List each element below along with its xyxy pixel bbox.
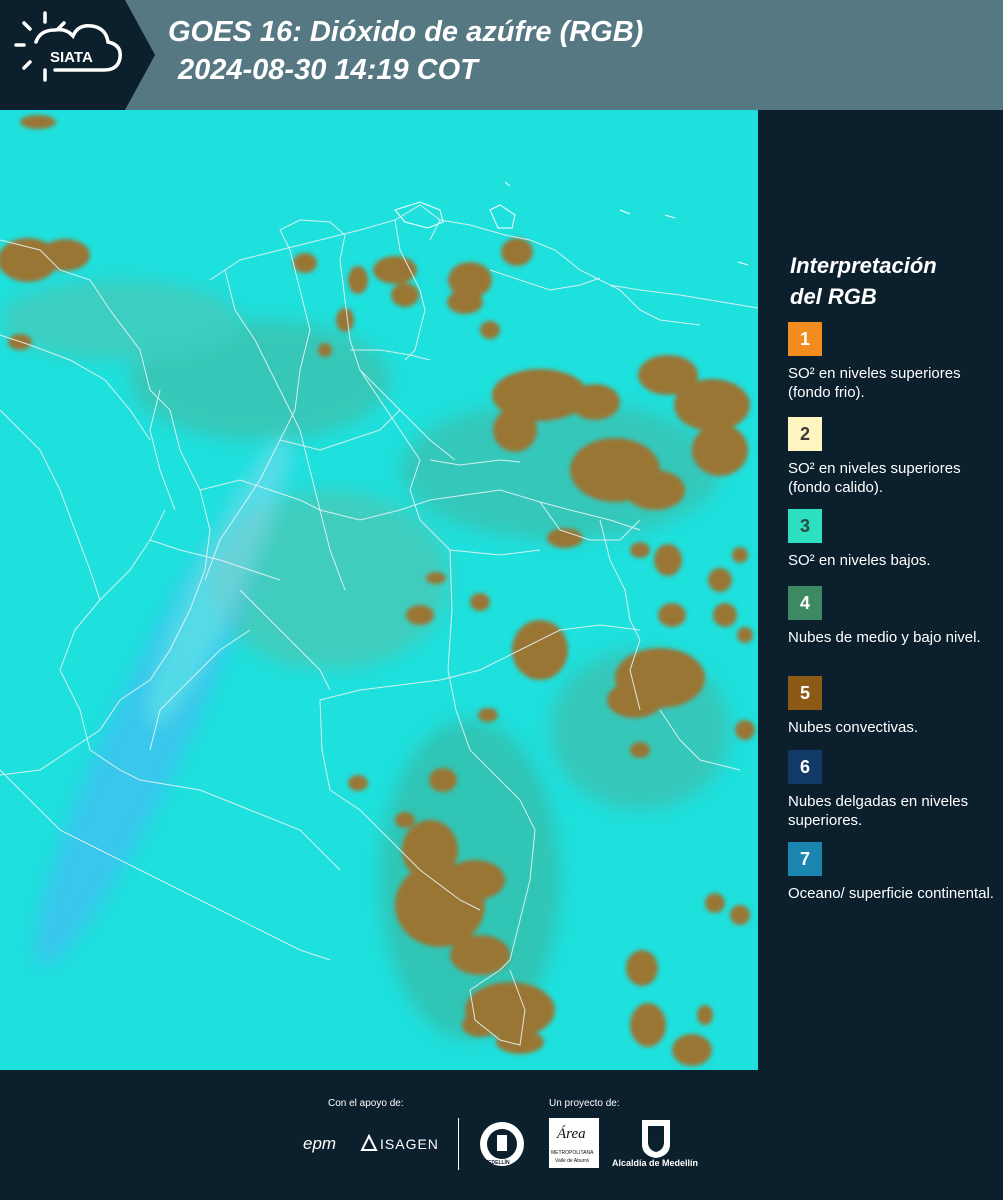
- isagen-logo: ISAGEN: [380, 1136, 439, 1152]
- epm-logo: epm: [303, 1134, 337, 1153]
- legend-panel: Interpretación del RGB 1 SO² en niveles …: [758, 110, 1003, 1070]
- legend-item-5: 5 Nubes convectivas.: [788, 676, 998, 737]
- legend-label-1: SO² en niveles superiores (fondo frio).: [788, 365, 961, 401]
- legend-title: Interpretación del RGB: [790, 250, 990, 312]
- legend-item-4: 4 Nubes de medio y bajo nivel.: [788, 586, 998, 647]
- alcaldia-logo-text: Alcaldía de Medellín: [612, 1158, 699, 1168]
- page-title: GOES 16: Dióxido de azúfre (RGB): [168, 16, 644, 48]
- legend-item-1: 1 SO² en niveles superiores (fondo frio)…: [788, 322, 998, 402]
- footer-divider: [458, 1118, 459, 1170]
- area-logo-sub2: Valle de Aburrá: [555, 1158, 589, 1164]
- legend-label-7: Oceano/ superficie continental.: [788, 885, 994, 902]
- legend-label-6: Nubes delgadas en niveles superiores.: [788, 793, 969, 829]
- footer-sponsors: Con el apoyo de: Un proyecto de: epm ISA…: [0, 1070, 1003, 1200]
- legend-swatch-1: 1: [788, 322, 822, 356]
- legend-title-line1: Interpretación: [790, 253, 937, 278]
- siata-logo-text: SIATA: [50, 49, 93, 66]
- area-logo-name: Área: [557, 1126, 586, 1142]
- page-timestamp: 2024-08-30 14:19 COT: [178, 54, 478, 86]
- legend-title-line2: del RGB: [790, 284, 877, 309]
- satellite-map: [0, 110, 758, 1070]
- legend-item-7: 7 Oceano/ superficie continental.: [788, 842, 998, 903]
- header-bar: SIATA GOES 16: Dióxido de azúfre (RGB) 2…: [0, 0, 1003, 110]
- legend-label-2: SO² en niveles superiores (fondo calido)…: [788, 460, 961, 496]
- legend-label-4: Nubes de medio y bajo nivel.: [788, 629, 981, 646]
- legend-label-3: SO² en niveles bajos.: [788, 552, 931, 569]
- legend-swatch-3: 3: [788, 509, 822, 543]
- support-caption: Con el apoyo de:: [328, 1098, 404, 1109]
- legend-item-2: 2 SO² en niveles superiores (fondo calid…: [788, 417, 998, 497]
- legend-swatch-5: 5: [788, 676, 822, 710]
- project-caption: Un proyecto de:: [549, 1098, 620, 1109]
- area-logo-sub: METROPOLITANA: [551, 1150, 594, 1156]
- area-metropolitana-logo: Área METROPOLITANA Valle de Aburrá: [549, 1118, 599, 1168]
- legend-swatch-2: 2: [788, 417, 822, 451]
- legend-item-6: 6 Nubes delgadas en niveles superiores.: [788, 750, 998, 830]
- legend-item-3: 3 SO² en niveles bajos.: [788, 509, 998, 570]
- alcaldia-shield-icon: [642, 1120, 670, 1158]
- legend-swatch-7: 7: [788, 842, 822, 876]
- gobernacion-seal-text: MEDELLÍN: [484, 1160, 510, 1166]
- legend-swatch-6: 6: [788, 750, 822, 784]
- siata-logo-block: SIATA: [0, 0, 155, 110]
- legend-label-5: Nubes convectivas.: [788, 719, 919, 736]
- isagen-logo-icon: [360, 1134, 378, 1151]
- legend-swatch-4: 4: [788, 586, 822, 620]
